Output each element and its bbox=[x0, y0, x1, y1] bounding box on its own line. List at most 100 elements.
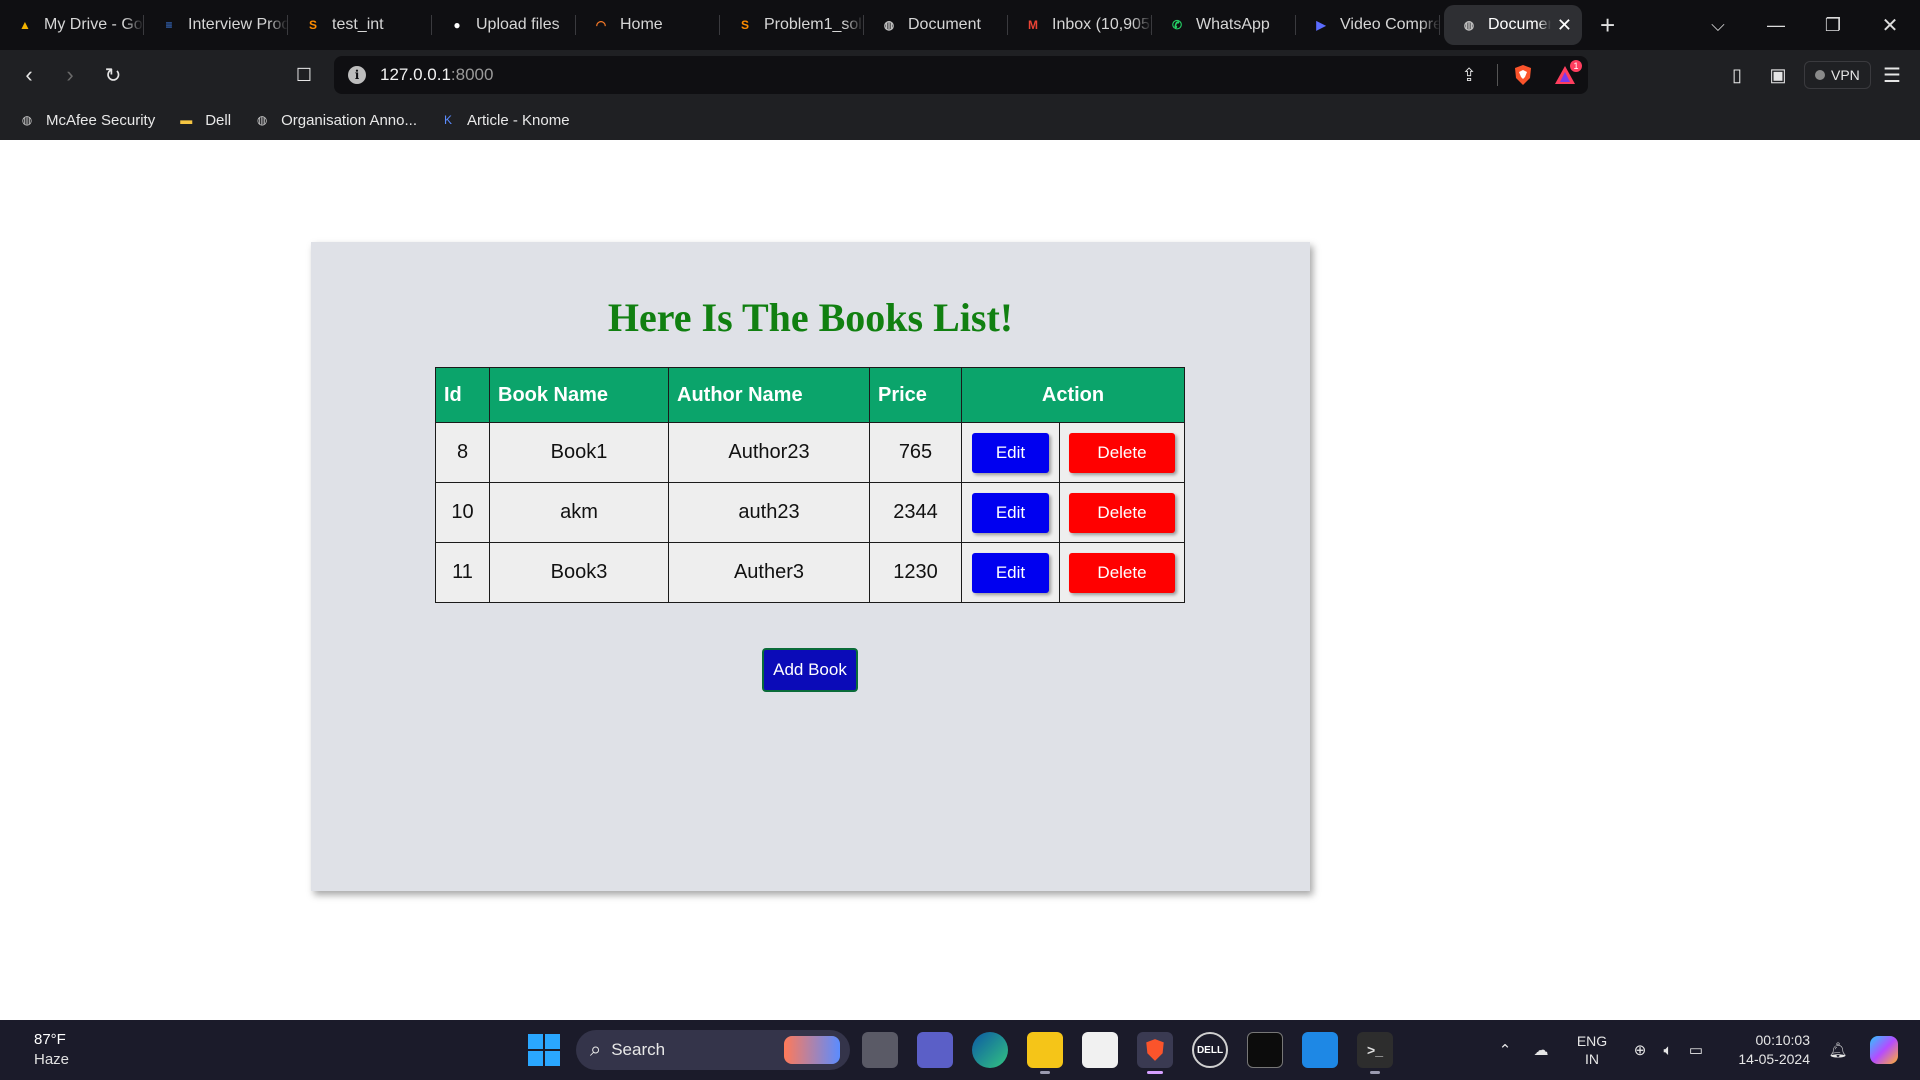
tab-title: Upload files bbox=[476, 16, 560, 33]
rewards-badge: 1 bbox=[1570, 60, 1582, 72]
microsoft-store-icon[interactable] bbox=[1082, 1032, 1118, 1068]
bookmark-label: McAfee Security bbox=[46, 111, 156, 129]
tab-title: My Drive - Google Drive bbox=[44, 16, 144, 33]
bookmark-label: Dell bbox=[205, 111, 232, 129]
menu-icon[interactable]: ☰ bbox=[1872, 50, 1912, 100]
new-tab-button[interactable]: + bbox=[1600, 12, 1615, 38]
dell-icon[interactable]: DELL bbox=[1192, 1032, 1228, 1068]
tab[interactable]: ≡ Interview Process bbox=[144, 0, 288, 50]
jupyter-icon: ◠ bbox=[595, 18, 607, 32]
brave-taskbar-icon[interactable] bbox=[1137, 1032, 1173, 1074]
terminal-icon[interactable] bbox=[1247, 1032, 1283, 1068]
edit-button[interactable]: Edit bbox=[972, 492, 1049, 533]
tab[interactable]: ● Upload files bbox=[432, 0, 576, 50]
delete-button[interactable]: Delete bbox=[1069, 432, 1175, 473]
clock[interactable]: 00:10:03 14-05-2024 bbox=[1720, 1020, 1810, 1080]
volume-icon[interactable]: 🔈︎ bbox=[1654, 1020, 1682, 1080]
tab[interactable]: ◠ Home bbox=[576, 0, 720, 50]
vpn-shield-icon bbox=[1815, 70, 1825, 80]
clock-time: 00:10:03 bbox=[1755, 1032, 1811, 1048]
notification-bell-icon[interactable]: 🔔︎ bbox=[1824, 1020, 1852, 1080]
back-button[interactable]: ‹ bbox=[9, 50, 49, 100]
battery-icon[interactable]: ▭ bbox=[1682, 1020, 1710, 1080]
bookmark-icon[interactable]: ☐ bbox=[284, 50, 324, 100]
cell-edit: Edit bbox=[961, 422, 1060, 483]
edit-button[interactable]: Edit bbox=[972, 552, 1049, 593]
taskbar-search-label: Search bbox=[611, 1040, 666, 1059]
reload-button[interactable]: ↻ bbox=[93, 50, 133, 100]
vpn-button[interactable]: VPN bbox=[1804, 61, 1871, 89]
share-icon[interactable]: ⇪ bbox=[1452, 56, 1486, 94]
network-icon[interactable]: ⊕ bbox=[1626, 1020, 1654, 1080]
cell-id: 11 bbox=[435, 542, 490, 603]
tab[interactable]: ▲ My Drive - Google Drive bbox=[0, 0, 144, 50]
cell-book-name: Book3 bbox=[489, 542, 669, 603]
tab[interactable]: M Inbox (10,905) bbox=[1008, 0, 1152, 50]
sidebar-toggle-icon[interactable]: ▯ bbox=[1717, 50, 1757, 100]
url-host: 127.0.0.1 bbox=[380, 65, 451, 84]
bookmark-label: Article - Knome bbox=[467, 111, 570, 129]
forward-button[interactable]: › bbox=[50, 50, 90, 100]
bookmark-item[interactable]: ◍ Organisation Anno... bbox=[253, 111, 417, 129]
edit-button[interactable]: Edit bbox=[972, 432, 1049, 473]
start-button[interactable] bbox=[528, 1034, 560, 1066]
word-icon[interactable] bbox=[1302, 1032, 1338, 1068]
globe-icon: ◍ bbox=[1463, 18, 1475, 32]
language-indicator[interactable]: ENG IN bbox=[1572, 1020, 1612, 1080]
gmail-icon: M bbox=[1028, 18, 1038, 32]
knome-icon: K bbox=[443, 113, 452, 127]
globe-icon: ◍ bbox=[256, 113, 268, 127]
close-window-button[interactable]: ✕ bbox=[1862, 0, 1918, 50]
copilot-icon[interactable] bbox=[1866, 1020, 1902, 1080]
tab-active[interactable]: ◍ Document ✕ bbox=[1444, 5, 1582, 45]
bookmark-item[interactable]: ▬ Dell bbox=[177, 111, 231, 129]
restore-button[interactable]: ❐ bbox=[1805, 0, 1861, 50]
column-header-price: Price bbox=[869, 367, 962, 423]
bookmark-item[interactable]: ◍ McAfee Security bbox=[18, 111, 155, 129]
table-row: 11 Book3 Auther3 1230 Edit Delete bbox=[435, 542, 1185, 603]
globe-icon: ◍ bbox=[883, 18, 895, 32]
onedrive-icon[interactable]: ☁ bbox=[1526, 1020, 1556, 1080]
bookmarks-bar: ◍ McAfee Security ▬ Dell ◍ Organisation Anno.… bbox=[0, 100, 1920, 140]
site-info-icon[interactable]: i bbox=[348, 66, 366, 84]
add-book-button[interactable]: Add Book bbox=[762, 648, 858, 692]
google-docs-icon: ≡ bbox=[165, 18, 173, 32]
tab[interactable]: Stest_int bbox=[288, 0, 432, 50]
cell-edit: Edit bbox=[961, 542, 1060, 603]
file-explorer-icon[interactable] bbox=[1027, 1032, 1063, 1074]
copilot-logo bbox=[1870, 1036, 1898, 1064]
tab-title: Document bbox=[908, 16, 981, 33]
bookmark-item[interactable]: K Article - Knome bbox=[439, 111, 570, 129]
taskbar-search[interactable]: ⌕ Search bbox=[576, 1030, 850, 1070]
tab-title: Video Compressor bbox=[1340, 16, 1440, 33]
cell-id: 8 bbox=[435, 422, 490, 483]
address-bar[interactable]: i 127.0.0.1:8000 ⇪ 1 bbox=[334, 56, 1588, 94]
table-header-row: Id Book Name Author Name Price Action bbox=[435, 367, 1185, 423]
whatsapp-icon: ✆ bbox=[1171, 18, 1183, 32]
tab-strip: ▲ My Drive - Google Drive ≡ Interview Proce… bbox=[0, 0, 1920, 50]
tab[interactable]: ◍ Document bbox=[864, 0, 1008, 50]
brave-rewards-icon[interactable]: 1 bbox=[1548, 56, 1582, 94]
minimize-button[interactable]: — bbox=[1748, 0, 1804, 50]
wallet-icon[interactable]: ▣ bbox=[1758, 50, 1798, 100]
tab[interactable]: S Problem1_solution bbox=[720, 0, 864, 50]
bookmark-label: Organisation Anno... bbox=[281, 111, 417, 129]
weather-widget[interactable]: 87°F Haze bbox=[34, 1030, 69, 1070]
windows-logo-tile bbox=[528, 1034, 543, 1049]
task-view-icon[interactable] bbox=[862, 1032, 898, 1068]
delete-button[interactable]: Delete bbox=[1069, 552, 1175, 593]
close-tab-icon[interactable]: ✕ bbox=[1557, 15, 1572, 36]
table-row: 8 Book1 Author23 765 Edit Delete bbox=[435, 422, 1185, 483]
tab[interactable]: ✆ WhatsApp bbox=[1152, 0, 1296, 50]
brave-shields-icon[interactable] bbox=[1506, 56, 1540, 94]
teams-chat-icon[interactable] bbox=[917, 1032, 953, 1068]
edge-browser-icon[interactable] bbox=[972, 1032, 1008, 1068]
command-prompt-icon[interactable]: >_ bbox=[1357, 1032, 1393, 1074]
delete-button[interactable]: Delete bbox=[1069, 492, 1175, 533]
tab[interactable]: ▶ Video Compressor bbox=[1296, 0, 1440, 50]
tab-search-chevron-icon[interactable]: ⌵ bbox=[1690, 0, 1746, 50]
table-row: 10 akm auth23 2344 Edit Delete bbox=[435, 482, 1185, 543]
tab-title: Home bbox=[620, 16, 663, 33]
chevron-up-icon[interactable]: ⌃ bbox=[1490, 1020, 1520, 1080]
cell-price: 1230 bbox=[869, 542, 962, 603]
